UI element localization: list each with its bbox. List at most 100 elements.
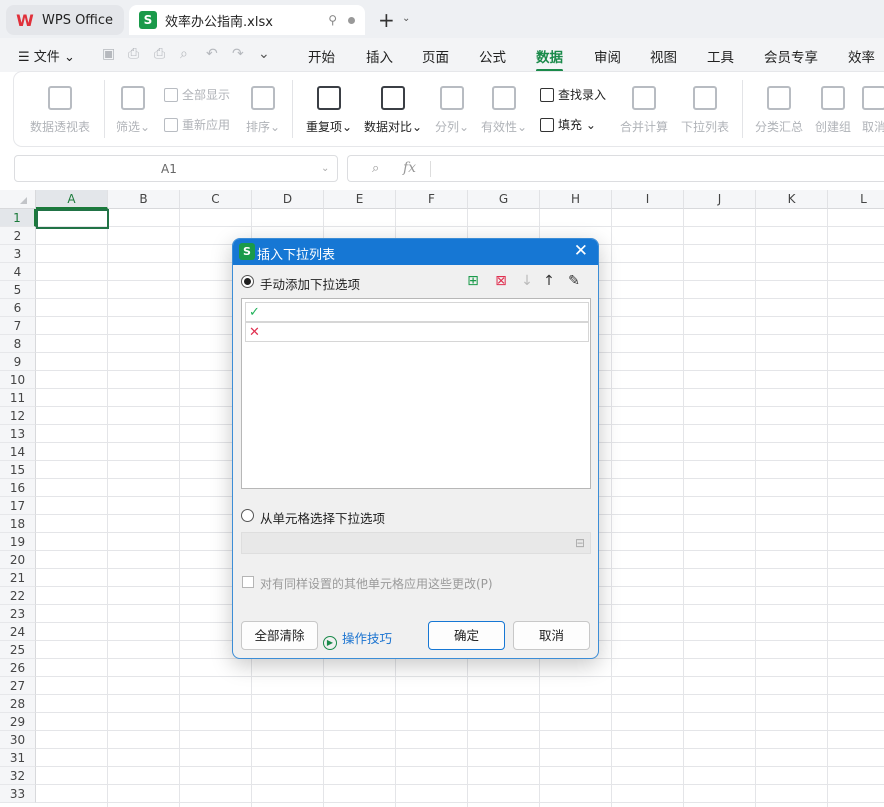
column-header-l[interactable]: L (828, 190, 884, 209)
row-header-24[interactable]: 24 (0, 623, 36, 641)
row-header-19[interactable]: 19 (0, 533, 36, 551)
select-all-corner[interactable] (0, 190, 36, 209)
tab-formula[interactable]: 公式 (479, 46, 506, 66)
row-header-12[interactable]: 12 (0, 407, 36, 425)
name-box[interactable]: A1 ⌄ (14, 155, 338, 182)
row-header-26[interactable]: 26 (0, 659, 36, 677)
manual-option-radio[interactable] (241, 275, 254, 288)
show-all-button[interactable]: 全部显示 (164, 86, 230, 103)
delete-item-icon[interactable]: ⊠ (492, 273, 510, 289)
zoom-search-icon[interactable]: ⌕ (372, 161, 379, 176)
print-icon[interactable]: ⎙ (154, 46, 165, 62)
export-icon[interactable]: ⎙ (128, 46, 139, 62)
row-header-14[interactable]: 14 (0, 443, 36, 461)
row-header-28[interactable]: 28 (0, 695, 36, 713)
sort-button[interactable]: 排序⌄ (246, 86, 280, 135)
tab-review[interactable]: 审阅 (594, 46, 621, 66)
add-item-icon[interactable]: ⊞ (464, 273, 482, 289)
column-header-k[interactable]: K (756, 190, 828, 209)
column-header-g[interactable]: G (468, 190, 540, 209)
row-header-6[interactable]: 6 (0, 299, 36, 317)
dropdown-items-list[interactable]: ✓ ✕ (241, 298, 591, 489)
duplicates-button[interactable]: 重复项⌄ (306, 86, 352, 135)
row-header-33[interactable]: 33 (0, 785, 36, 803)
dropdown-list-button[interactable]: 下拉列表 (681, 86, 729, 135)
row-header-13[interactable]: 13 (0, 425, 36, 443)
row-header-31[interactable]: 31 (0, 749, 36, 767)
fill-button[interactable]: 填充 ⌄ (540, 116, 596, 133)
unsaved-dot-icon[interactable] (348, 16, 355, 24)
tab-tools[interactable]: 工具 (707, 46, 734, 66)
more-chevron-icon[interactable]: ⌄ (258, 46, 270, 62)
row-header-9[interactable]: 9 (0, 353, 36, 371)
redo-icon[interactable]: ↷ (232, 46, 244, 62)
create-group-button[interactable]: 创建组 (815, 86, 851, 135)
row-header-22[interactable]: 22 (0, 587, 36, 605)
range-picker-icon[interactable]: ⊟ (575, 536, 585, 550)
column-header-e[interactable]: E (324, 190, 396, 209)
row-header-8[interactable]: 8 (0, 335, 36, 353)
row-header-21[interactable]: 21 (0, 569, 36, 587)
file-menu[interactable]: ☰ 文件 ⌄ (18, 46, 75, 65)
column-header-b[interactable]: B (108, 190, 180, 209)
row-header-17[interactable]: 17 (0, 497, 36, 515)
row-header-5[interactable]: 5 (0, 281, 36, 299)
print-preview-icon[interactable]: ⌕ (180, 46, 188, 62)
pivot-table-button[interactable]: 数据透视表 (30, 86, 90, 135)
tab-member[interactable]: 会员专享 (764, 46, 818, 66)
row-header-20[interactable]: 20 (0, 551, 36, 569)
formula-bar[interactable]: ⌕ fx (347, 155, 884, 182)
pin-icon[interactable]: ⚲ (328, 13, 337, 27)
column-header-a[interactable]: A (36, 190, 108, 209)
list-item[interactable]: ✓ (245, 302, 589, 322)
apply-same-checkbox[interactable] (242, 576, 254, 588)
subtotal-button[interactable]: 分类汇总 (755, 86, 803, 135)
column-header-h[interactable]: H (540, 190, 612, 209)
row-header-27[interactable]: 27 (0, 677, 36, 695)
row-header-29[interactable]: 29 (0, 713, 36, 731)
move-down-icon[interactable]: ↓ (518, 273, 536, 289)
tips-link[interactable]: ▶ 操作技巧 (323, 628, 392, 650)
tab-insert[interactable]: 插入 (366, 46, 393, 66)
row-header-25[interactable]: 25 (0, 641, 36, 659)
split-column-button[interactable]: 分列⌄ (435, 86, 469, 135)
tab-file[interactable]: S 效率办公指南.xlsx ⚲ (129, 5, 365, 35)
move-up-icon[interactable]: ↑ (540, 273, 558, 289)
filter-button[interactable]: 筛选⌄ (116, 86, 150, 135)
row-header-16[interactable]: 16 (0, 479, 36, 497)
data-compare-button[interactable]: 数据对比⌄ (364, 86, 422, 135)
active-cell[interactable] (36, 209, 109, 229)
row-header-18[interactable]: 18 (0, 515, 36, 533)
ok-button[interactable]: 确定 (428, 621, 505, 650)
cell-range-input[interactable]: ⊟ (241, 532, 591, 554)
fx-icon[interactable]: fx (403, 160, 416, 176)
reapply-button[interactable]: 重新应用 (164, 116, 230, 133)
column-header-d[interactable]: D (252, 190, 324, 209)
column-header-f[interactable]: F (396, 190, 468, 209)
chevron-down-icon[interactable]: ⌄ (402, 13, 410, 24)
tab-page[interactable]: 页面 (422, 46, 449, 66)
undo-icon[interactable]: ↶ (206, 46, 218, 62)
tab-home[interactable]: 开始 (308, 46, 335, 66)
tab-view[interactable]: 视图 (650, 46, 677, 66)
close-icon[interactable]: ✕ (574, 241, 588, 261)
tab-data[interactable]: 数据 (536, 46, 563, 72)
clear-all-button[interactable]: 全部清除 (241, 621, 318, 650)
row-header-23[interactable]: 23 (0, 605, 36, 623)
list-item[interactable]: ✕ (245, 322, 589, 342)
validity-button[interactable]: 有效性⌄ (481, 86, 527, 135)
new-tab-plus-icon[interactable]: + (378, 8, 395, 32)
cell-option-radio[interactable] (241, 509, 254, 522)
row-header-2[interactable]: 2 (0, 227, 36, 245)
row-header-30[interactable]: 30 (0, 731, 36, 749)
row-header-11[interactable]: 11 (0, 389, 36, 407)
lookup-entry-button[interactable]: 查找录入 (540, 86, 606, 103)
consolidate-button[interactable]: 合并计算 (620, 86, 668, 135)
row-header-32[interactable]: 32 (0, 767, 36, 785)
dialog-title-bar[interactable]: S 插入下拉列表 ✕ (233, 239, 598, 265)
cancel-button[interactable]: 取消 (513, 621, 590, 650)
row-header-3[interactable]: 3 (0, 245, 36, 263)
row-header-10[interactable]: 10 (0, 371, 36, 389)
chevron-down-icon[interactable]: ⌄ (321, 163, 329, 174)
column-header-j[interactable]: J (684, 190, 756, 209)
